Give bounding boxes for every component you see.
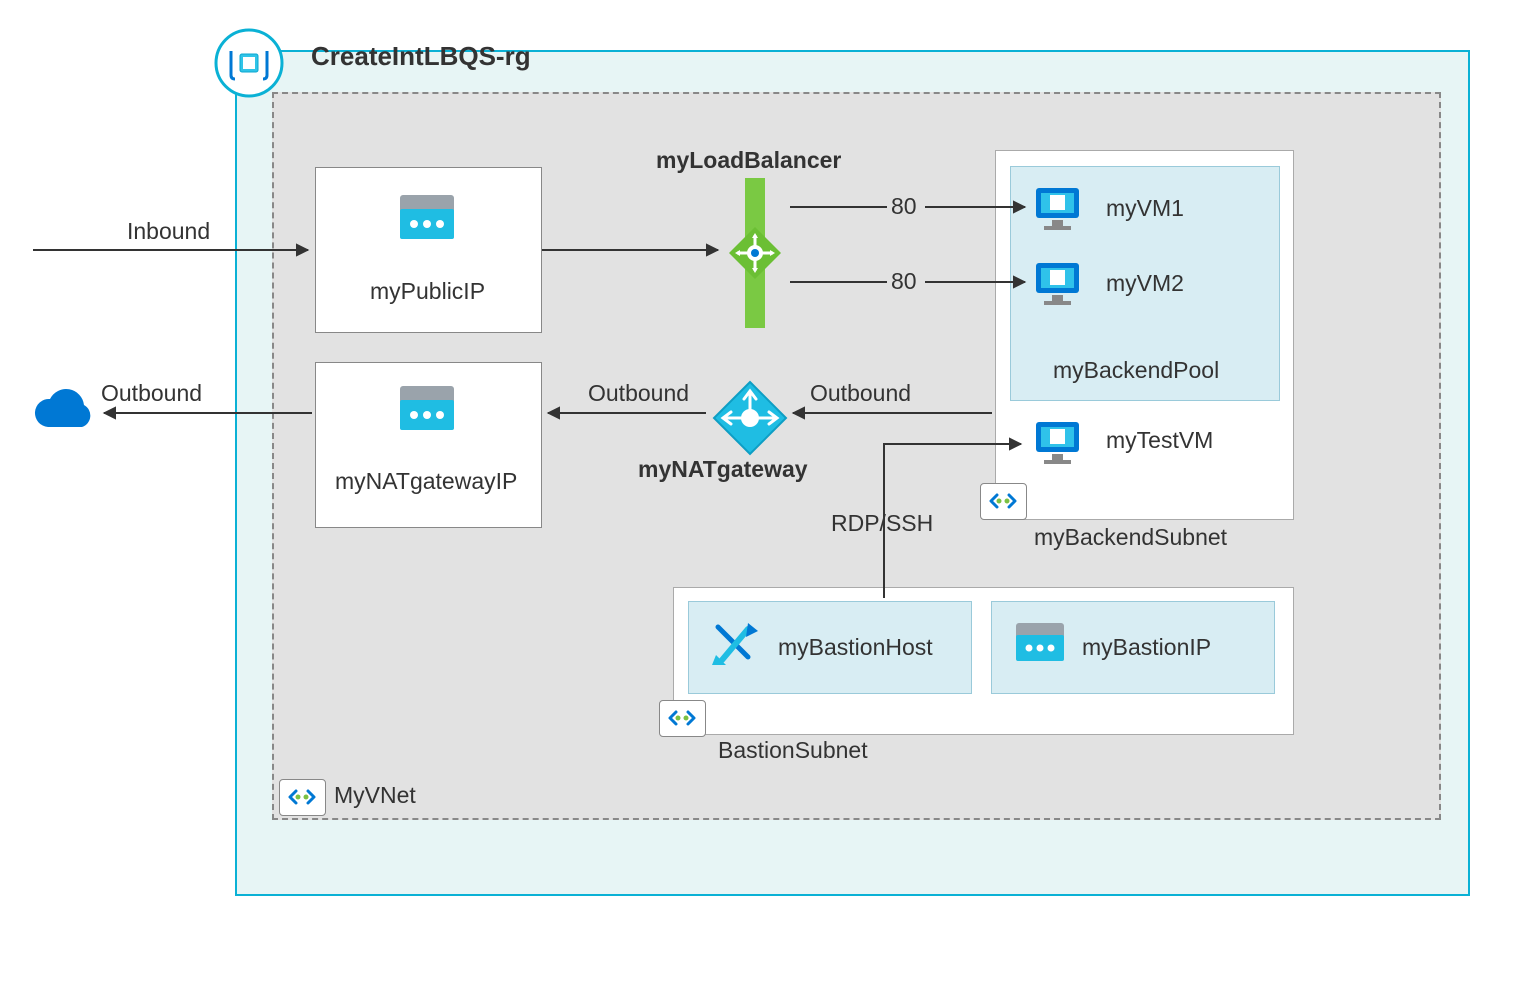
public-ip-box [315,167,542,333]
lb-label: myLoadBalancer [656,147,841,175]
subnet-icon [981,484,1026,519]
cloud-icon [28,387,98,437]
bastion-subnet-label: BastionSubnet [718,737,868,765]
vnet-chip [279,779,326,816]
backend-subnet-label: myBackendSubnet [1034,524,1227,552]
vnet-icon [280,780,325,815]
backend-pool-label: myBackendPool [1053,357,1219,385]
vm1-label: myVM1 [1106,195,1184,223]
vnet-label: MyVNet [334,782,416,810]
backend-subnet-chip [980,483,1027,520]
vm2-label: myVM2 [1106,270,1184,298]
bastion-subnet-chip [659,700,706,737]
public-ip-label: myPublicIP [370,278,485,306]
outbound-label-1: Outbound [101,380,202,408]
nat-ip-box [315,362,542,528]
nat-ip-label: myNATgatewayIP [335,468,517,496]
outbound-label-3: Outbound [810,380,911,408]
diagram-canvas: CreateIntLBQS-rg MyVNet myPublicIP myNAT… [0,0,1540,995]
port-1: 80 [891,193,917,221]
inbound-label: Inbound [127,218,210,246]
testvm-label: myTestVM [1106,427,1213,455]
port-2: 80 [891,268,917,296]
outbound-label-2: Outbound [588,380,689,408]
bastion-host-label: myBastionHost [778,634,933,662]
rg-title: CreateIntLBQS-rg [311,41,531,72]
rdpssh-label: RDP/SSH [831,510,933,538]
subnet-icon [660,701,705,736]
natgw-label: myNATgateway [638,456,808,484]
bastion-ip-label: myBastionIP [1082,634,1211,662]
